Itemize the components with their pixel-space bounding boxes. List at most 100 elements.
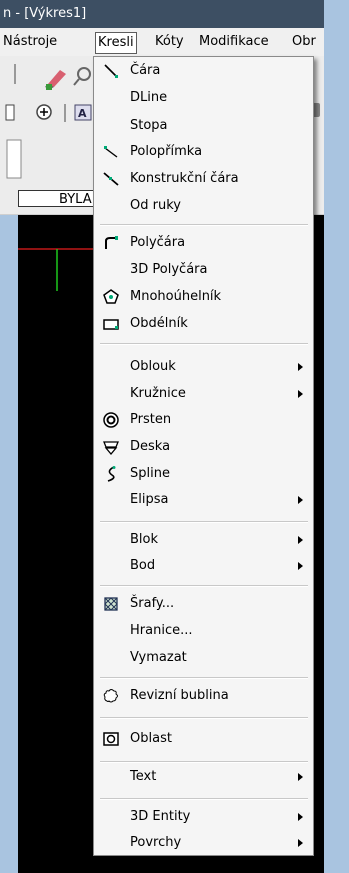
submenu-arrow-icon bbox=[298, 363, 303, 371]
submenu-arrow-icon bbox=[298, 390, 303, 398]
menu-item-3d-polycara[interactable]: 3D Polyčára bbox=[94, 258, 313, 282]
menu-item-label: Od ruky bbox=[130, 198, 181, 213]
submenu-arrow-icon bbox=[298, 562, 303, 570]
menu-item-label: Šrafy... bbox=[130, 596, 175, 611]
submenu-arrow-icon bbox=[298, 839, 303, 847]
menu-item-hranice[interactable]: Hranice... bbox=[94, 619, 313, 643]
menu-obr[interactable]: Obr bbox=[292, 28, 316, 56]
menu-item-mnohouhelnik[interactable]: Mnohoúhelník bbox=[94, 285, 313, 309]
text-style-icon[interactable]: A bbox=[74, 104, 92, 121]
menu-item-obdelnik[interactable]: Obdélník bbox=[94, 312, 313, 336]
menu-item-label: Spline bbox=[130, 466, 170, 481]
menu-item-revizni-bublina[interactable]: Revizní bublina bbox=[94, 684, 313, 708]
menu-item-text[interactable]: Text bbox=[94, 765, 313, 789]
menu-item-spline[interactable]: Spline bbox=[94, 462, 313, 486]
menu-separator bbox=[100, 717, 308, 719]
toolbar-icon-partial[interactable] bbox=[5, 104, 15, 121]
menu-kresli[interactable]: Kresli bbox=[95, 32, 137, 54]
menu-item-label: Stopa bbox=[130, 118, 168, 133]
menu-item-label: Polopřímka bbox=[130, 144, 203, 159]
menu-separator bbox=[100, 677, 308, 679]
menu-item-elipsa[interactable]: Elipsa bbox=[94, 488, 313, 512]
menu-item-stopa[interactable]: Stopa bbox=[94, 114, 313, 138]
toolbar-field-partial[interactable] bbox=[6, 139, 22, 179]
menu-item-polycara[interactable]: Polyčára bbox=[94, 231, 313, 255]
menu-item-label: 3D Entity bbox=[130, 809, 191, 824]
menu-separator bbox=[100, 798, 308, 800]
menu-item-oblast[interactable]: Oblast bbox=[94, 727, 313, 751]
menu-item-od-ruky[interactable]: Od ruky bbox=[94, 194, 313, 218]
menu-item-label: Text bbox=[130, 769, 157, 784]
menu-separator bbox=[100, 761, 308, 763]
menu-item-label: Konstrukční čára bbox=[130, 171, 239, 186]
plane-icon bbox=[103, 441, 119, 455]
menu-item-vymazat[interactable]: Vymazat bbox=[94, 646, 313, 670]
menu-item-label: Polyčára bbox=[130, 235, 186, 250]
rectangle-icon bbox=[103, 319, 119, 330]
construction-line-icon bbox=[103, 172, 119, 186]
menu-item-poloprimka[interactable]: Polopřímka bbox=[94, 140, 313, 164]
pencil-icon[interactable] bbox=[45, 70, 66, 90]
polyline-icon bbox=[105, 236, 118, 249]
menu-item-kruznice[interactable]: Kružnice bbox=[94, 382, 313, 406]
menu-item-label: Prsten bbox=[130, 412, 172, 427]
submenu-arrow-icon bbox=[298, 773, 303, 781]
window-frame-left bbox=[0, 215, 18, 873]
polygon-icon bbox=[103, 289, 119, 304]
menu-item-deska[interactable]: Deska bbox=[94, 435, 313, 459]
menu-separator bbox=[100, 521, 308, 523]
menu-item-prsten[interactable]: Prsten bbox=[94, 408, 313, 432]
menu-nastroje[interactable]: Nástroje bbox=[3, 28, 57, 56]
menu-item-srafy[interactable]: Šrafy... bbox=[94, 592, 313, 616]
menu-item-label: Deska bbox=[130, 439, 171, 454]
menu-item-bod[interactable]: Bod bbox=[94, 554, 313, 578]
menu-item-label: Elipsa bbox=[130, 492, 169, 507]
menu-item-label: Bod bbox=[130, 558, 156, 573]
menu-koty[interactable]: Kóty bbox=[155, 28, 184, 56]
draw-menu-dropdown: Čára DLine Stopa Polopřímka Konstrukční … bbox=[93, 56, 314, 856]
hatch-icon bbox=[104, 597, 118, 611]
toolbar-separator bbox=[64, 104, 66, 122]
ray-icon bbox=[104, 146, 118, 158]
region-icon bbox=[103, 732, 119, 746]
menu-separator bbox=[100, 343, 308, 345]
menu-item-label: Obdélník bbox=[130, 316, 188, 331]
menu-item-label: Vymazat bbox=[130, 650, 187, 665]
donut-icon bbox=[103, 412, 119, 428]
menu-item-label: Blok bbox=[130, 532, 159, 547]
toolbar-separator bbox=[14, 64, 16, 84]
menu-bar: Nástroje Kresli Kóty Modifikace Obr bbox=[0, 28, 324, 56]
menu-item-label: Čára bbox=[130, 63, 161, 78]
layer-value: BYLA bbox=[59, 192, 92, 207]
menu-item-label: Povrchy bbox=[130, 835, 182, 850]
menu-item-cara[interactable]: Čára bbox=[94, 59, 313, 83]
menu-separator bbox=[100, 585, 308, 587]
line-icon bbox=[104, 64, 118, 78]
spline-icon bbox=[107, 466, 116, 482]
menu-item-label: DLine bbox=[130, 90, 168, 105]
menu-item-povrchy[interactable]: Povrchy bbox=[94, 831, 313, 855]
window-title-bar: n - [Výkres1] bbox=[0, 0, 324, 28]
menu-item-oblouk[interactable]: Oblouk bbox=[94, 355, 313, 379]
menu-separator bbox=[100, 224, 308, 226]
menu-item-label: Oblast bbox=[130, 731, 172, 746]
submenu-arrow-icon bbox=[298, 536, 303, 544]
submenu-arrow-icon bbox=[298, 813, 303, 821]
revision-cloud-icon bbox=[103, 689, 118, 703]
menu-item-3d-entity[interactable]: 3D Entity bbox=[94, 805, 313, 829]
menu-item-label: Hranice... bbox=[130, 623, 193, 638]
menu-modifikace[interactable]: Modifikace bbox=[199, 28, 269, 56]
svg-text:A: A bbox=[78, 107, 87, 120]
menu-item-blok[interactable]: Blok bbox=[94, 528, 313, 552]
window-frame-right bbox=[324, 0, 349, 873]
snap-point-icon[interactable] bbox=[36, 104, 52, 120]
menu-item-label: 3D Polyčára bbox=[130, 262, 208, 277]
menu-item-label: Kružnice bbox=[130, 386, 186, 401]
menu-item-label: Oblouk bbox=[130, 359, 176, 374]
zoom-icon[interactable] bbox=[73, 67, 91, 86]
menu-item-dline[interactable]: DLine bbox=[94, 86, 313, 110]
submenu-arrow-icon bbox=[298, 496, 303, 504]
window-title: n - [Výkres1] bbox=[3, 6, 87, 21]
menu-item-konstrukcni-cara[interactable]: Konstrukční čára bbox=[94, 167, 313, 191]
menu-item-label: Mnohoúhelník bbox=[130, 289, 222, 304]
